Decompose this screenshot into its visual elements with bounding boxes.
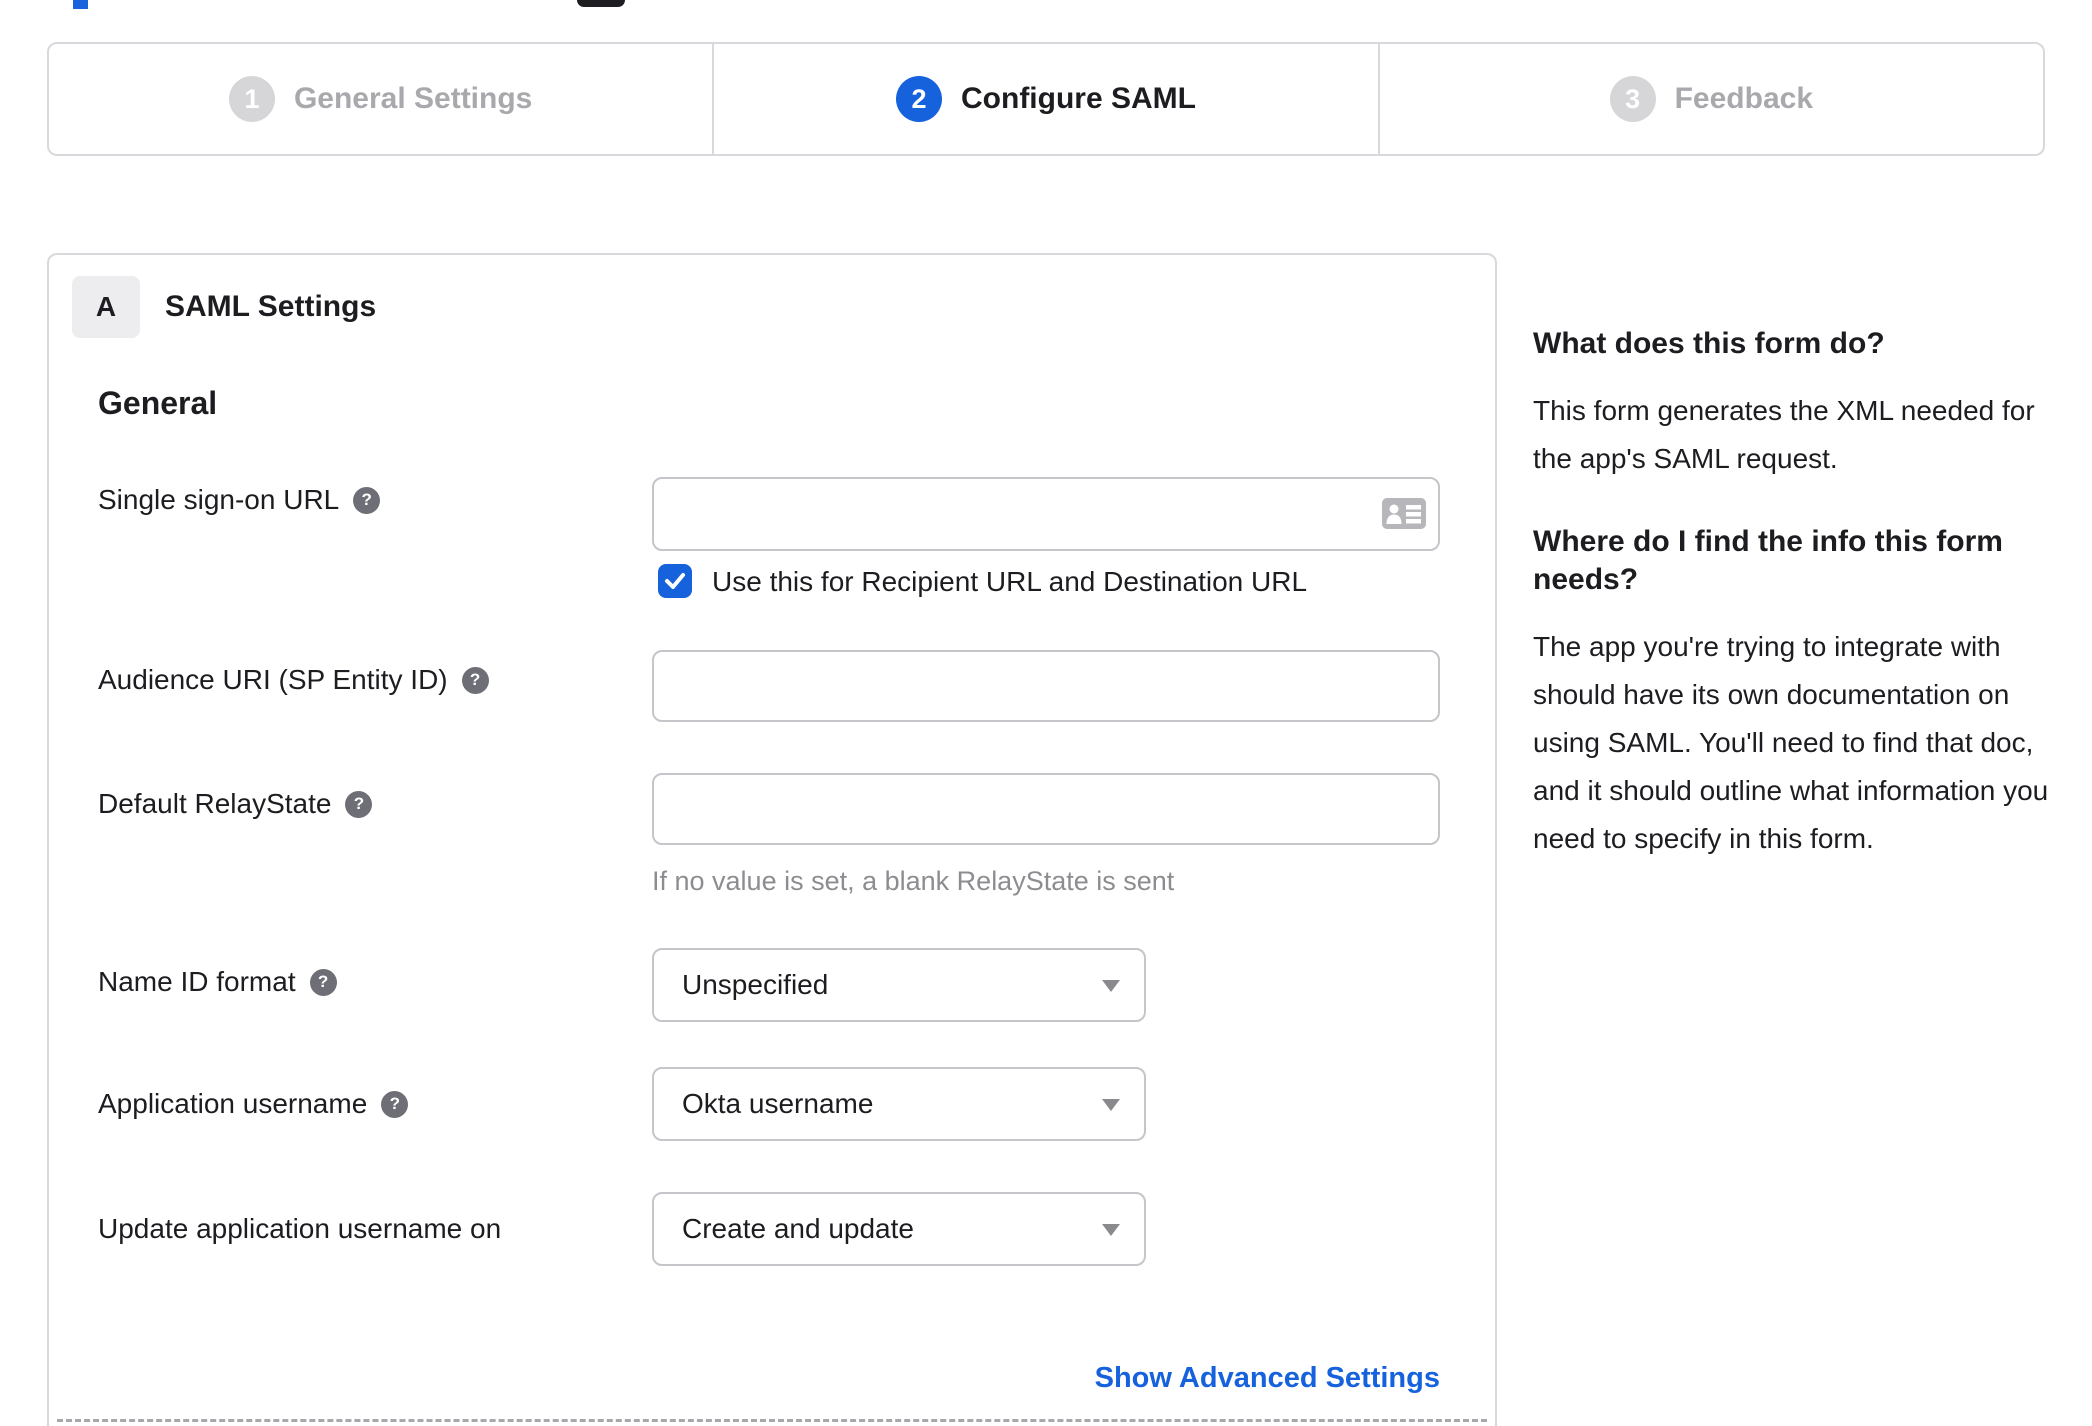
default-relaystate-label: Default RelayState ? — [98, 788, 373, 820]
help-icon[interactable]: ? — [461, 666, 489, 694]
application-username-select[interactable]: Okta username — [652, 1067, 1146, 1141]
help-icon[interactable]: ? — [353, 486, 381, 514]
general-heading: General — [98, 385, 218, 421]
help-icon[interactable]: ? — [345, 790, 373, 818]
step-number-badge: 1 — [228, 76, 275, 122]
step-label: Configure SAML — [961, 82, 1196, 115]
help-icon[interactable]: ? — [309, 968, 337, 996]
section-dashed-divider — [57, 1419, 1487, 1422]
show-advanced-settings-link[interactable]: Show Advanced Settings — [652, 1362, 1440, 1395]
step-label: General Settings — [293, 82, 533, 115]
update-app-username-select[interactable]: Create and update — [652, 1192, 1146, 1266]
single-sign-on-url-label: Single sign-on URL ? — [98, 484, 381, 516]
contact-card-icon[interactable] — [1382, 498, 1426, 529]
clipped-blue-logo-artifact — [73, 0, 88, 9]
recipient-url-checkbox-label[interactable]: Use this for Recipient URL and Destinati… — [712, 566, 1307, 598]
recipient-url-checkbox[interactable] — [658, 564, 692, 598]
name-id-format-select[interactable]: Unspecified — [652, 948, 1146, 1022]
help-panel: What does this form do? This form genera… — [1533, 325, 2049, 903]
update-app-username-label: Update application username on — [98, 1213, 501, 1245]
chevron-down-icon — [1102, 1099, 1120, 1111]
select-value: Create and update — [682, 1213, 914, 1244]
saml-settings-title: SAML Settings — [165, 290, 377, 323]
step-general-settings[interactable]: 1 General Settings — [49, 44, 712, 154]
chevron-down-icon — [1102, 980, 1120, 992]
step-number-badge: 3 — [1609, 76, 1656, 122]
single-sign-on-url-input[interactable] — [652, 477, 1440, 551]
label-text: Update application username on — [98, 1213, 502, 1244]
check-icon — [665, 573, 685, 589]
section-a-badge: A — [72, 276, 140, 338]
step-label: Feedback — [1674, 82, 1814, 115]
chevron-down-icon — [1102, 1224, 1120, 1236]
name-id-format-label: Name ID format ? — [98, 966, 337, 998]
wizard-stepper: 1 General Settings 2 Configure SAML 3 Fe… — [47, 42, 2045, 156]
help-heading-where: Where do I find the info this form needs… — [1533, 525, 2003, 596]
select-value: Unspecified — [682, 969, 829, 1000]
relaystate-hint: If no value is set, a blank RelayState i… — [652, 866, 1175, 896]
application-username-label: Application username ? — [98, 1088, 409, 1120]
select-value: Okta username — [682, 1088, 874, 1119]
configure-saml-page: 1 General Settings 2 Configure SAML 3 Fe… — [0, 0, 2092, 1426]
step-feedback[interactable]: 3 Feedback — [1377, 44, 2043, 154]
help-heading-what: What does this form do? — [1533, 327, 1885, 360]
help-body-where: The app you're trying to integrate with … — [1533, 631, 2049, 854]
label-text: Application username — [98, 1088, 368, 1119]
help-icon[interactable]: ? — [381, 1090, 409, 1118]
label-text: Default RelayState — [98, 788, 332, 819]
audience-uri-input[interactable] — [652, 650, 1440, 722]
step-configure-saml[interactable]: 2 Configure SAML — [712, 44, 1377, 154]
clipped-title-artifact — [577, 0, 625, 7]
audience-uri-label: Audience URI (SP Entity ID) ? — [98, 664, 489, 696]
default-relaystate-input[interactable] — [652, 773, 1440, 845]
label-text: Audience URI (SP Entity ID) — [98, 664, 448, 695]
step-number-badge: 2 — [896, 76, 942, 122]
help-body-what: This form generates the XML needed for t… — [1533, 395, 2035, 474]
label-text: Single sign-on URL — [98, 484, 340, 515]
label-text: Name ID format — [98, 966, 296, 997]
